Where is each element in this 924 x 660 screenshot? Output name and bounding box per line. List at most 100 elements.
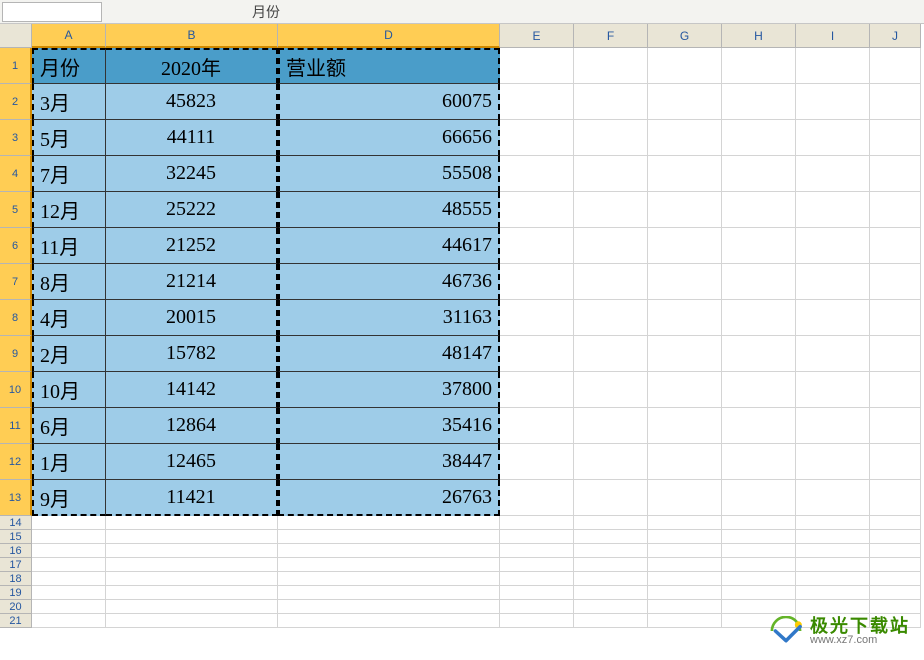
cell[interactable] — [870, 84, 921, 120]
cell[interactable] — [796, 544, 870, 558]
cell[interactable] — [722, 228, 796, 264]
col-header-E[interactable]: E — [500, 24, 574, 48]
cell[interactable] — [648, 372, 722, 408]
cell[interactable] — [106, 600, 278, 614]
cell[interactable] — [796, 572, 870, 586]
cell-B10[interactable]: 14142 — [106, 372, 278, 408]
cell-D11[interactable]: 35416 — [278, 408, 500, 444]
cell-D9[interactable]: 48147 — [278, 336, 500, 372]
cell[interactable] — [32, 516, 106, 530]
cell-A2[interactable]: 3月 — [32, 84, 106, 120]
cell[interactable] — [500, 48, 574, 84]
cell[interactable] — [500, 480, 574, 516]
name-box[interactable] — [2, 2, 102, 22]
col-header-H[interactable]: H — [722, 24, 796, 48]
cell[interactable] — [796, 120, 870, 156]
cell-A11[interactable]: 6月 — [32, 408, 106, 444]
cell-D8[interactable]: 31163 — [278, 300, 500, 336]
cell[interactable] — [574, 120, 648, 156]
cell[interactable] — [648, 558, 722, 572]
cell[interactable] — [106, 614, 278, 628]
cell[interactable] — [870, 530, 921, 544]
cell[interactable] — [796, 228, 870, 264]
cell[interactable] — [500, 516, 574, 530]
cell[interactable] — [574, 300, 648, 336]
cell[interactable] — [870, 558, 921, 572]
cell[interactable] — [870, 264, 921, 300]
cell[interactable] — [870, 600, 921, 614]
cell[interactable] — [648, 444, 722, 480]
cell[interactable] — [648, 156, 722, 192]
select-all-corner[interactable] — [0, 24, 32, 48]
cell[interactable] — [278, 558, 500, 572]
cell[interactable] — [574, 408, 648, 444]
cell[interactable] — [574, 572, 648, 586]
cell[interactable] — [500, 614, 574, 628]
cell[interactable] — [796, 586, 870, 600]
cell[interactable] — [278, 530, 500, 544]
cell[interactable] — [870, 516, 921, 530]
row-header-21[interactable]: 21 — [0, 614, 32, 628]
row-header-20[interactable]: 20 — [0, 600, 32, 614]
cell-B12[interactable]: 12465 — [106, 444, 278, 480]
cell[interactable] — [722, 572, 796, 586]
cell[interactable] — [870, 408, 921, 444]
cell[interactable] — [722, 156, 796, 192]
cell-B13[interactable]: 11421 — [106, 480, 278, 516]
cell[interactable] — [648, 614, 722, 628]
cell[interactable] — [32, 614, 106, 628]
cell[interactable] — [870, 228, 921, 264]
cell[interactable] — [278, 586, 500, 600]
row-header-3[interactable]: 3 — [0, 120, 32, 156]
row-header-7[interactable]: 7 — [0, 264, 32, 300]
cell[interactable] — [278, 614, 500, 628]
cell[interactable] — [648, 84, 722, 120]
cell[interactable] — [500, 586, 574, 600]
cell[interactable] — [500, 84, 574, 120]
cell-D2[interactable]: 60075 — [278, 84, 500, 120]
cell[interactable] — [722, 264, 796, 300]
cell[interactable] — [870, 480, 921, 516]
cell-B1[interactable]: 2020年 — [106, 48, 278, 84]
cell[interactable] — [574, 530, 648, 544]
cell-A6[interactable]: 11月 — [32, 228, 106, 264]
cell[interactable] — [574, 84, 648, 120]
cell[interactable] — [574, 558, 648, 572]
col-header-D[interactable]: D — [278, 24, 500, 48]
cell-B7[interactable]: 21214 — [106, 264, 278, 300]
cell-D5[interactable]: 48555 — [278, 192, 500, 228]
cell[interactable] — [574, 156, 648, 192]
cell[interactable] — [796, 192, 870, 228]
cell[interactable] — [722, 408, 796, 444]
cell[interactable] — [278, 600, 500, 614]
cells-area[interactable]: 月份2020年营业额3月45823600755月44111666567月3224… — [32, 48, 921, 628]
cell[interactable] — [106, 516, 278, 530]
cell[interactable] — [648, 48, 722, 84]
cell[interactable] — [500, 408, 574, 444]
cell[interactable] — [648, 192, 722, 228]
cell[interactable] — [796, 48, 870, 84]
cell[interactable] — [722, 544, 796, 558]
cell[interactable] — [796, 408, 870, 444]
cell[interactable] — [106, 558, 278, 572]
row-header-12[interactable]: 12 — [0, 444, 32, 480]
cell[interactable] — [574, 614, 648, 628]
cell[interactable] — [870, 586, 921, 600]
cell[interactable] — [796, 84, 870, 120]
cell-A13[interactable]: 9月 — [32, 480, 106, 516]
cell[interactable] — [32, 586, 106, 600]
cell-B8[interactable]: 20015 — [106, 300, 278, 336]
cell[interactable] — [796, 300, 870, 336]
cell[interactable] — [796, 156, 870, 192]
cell[interactable] — [722, 444, 796, 480]
col-header-G[interactable]: G — [648, 24, 722, 48]
cell[interactable] — [574, 516, 648, 530]
cell[interactable] — [870, 544, 921, 558]
cell[interactable] — [722, 372, 796, 408]
cell[interactable] — [648, 572, 722, 586]
cell[interactable] — [796, 444, 870, 480]
cell[interactable] — [574, 372, 648, 408]
cell-D6[interactable]: 44617 — [278, 228, 500, 264]
cell-A12[interactable]: 1月 — [32, 444, 106, 480]
cell[interactable] — [722, 530, 796, 544]
